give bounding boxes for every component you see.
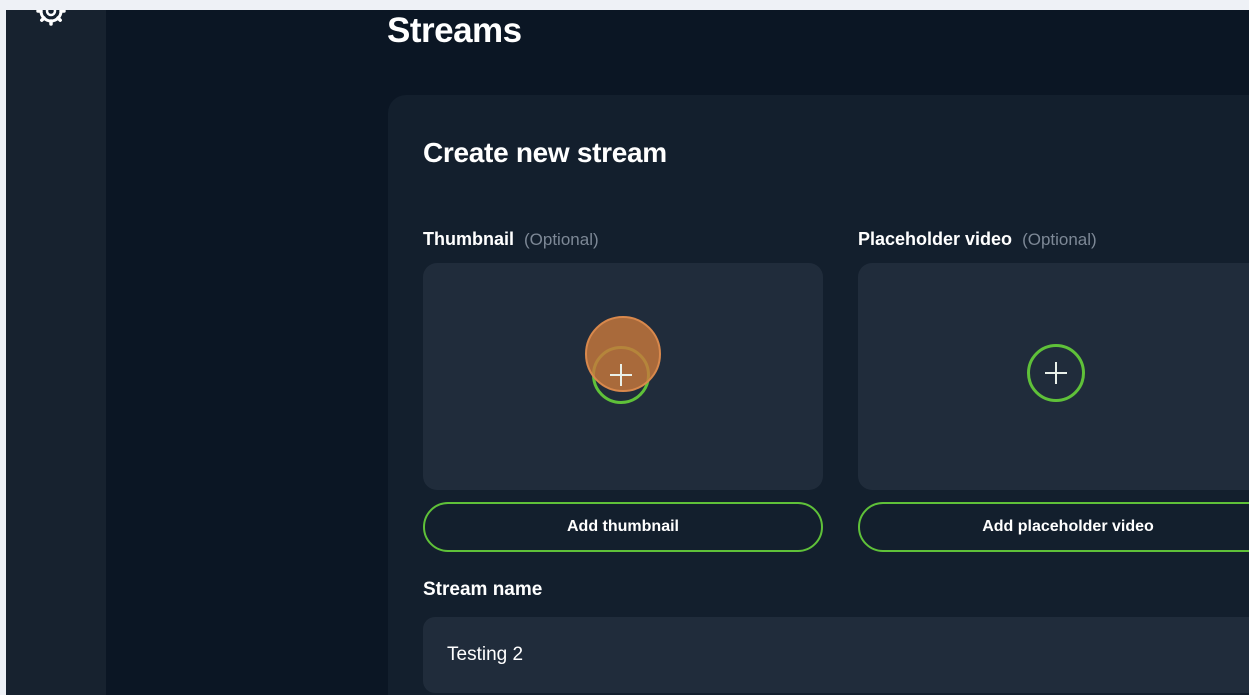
plus-glyph-icon <box>592 346 650 404</box>
page-title: Streams <box>387 11 522 50</box>
placeholder-video-optional-hint: (Optional) <box>1022 230 1097 249</box>
placeholder-video-label: Placeholder video (Optional) <box>858 229 1097 250</box>
app-window: Streams Create new stream Thumbnail (Opti… <box>6 10 1249 695</box>
add-thumbnail-button[interactable]: Add thumbnail <box>423 502 823 552</box>
stream-name-input[interactable] <box>423 617 1249 693</box>
thumbnail-label: Thumbnail (Optional) <box>423 229 599 250</box>
sidebar <box>6 10 106 695</box>
stream-name-label: Stream name <box>423 579 543 600</box>
thumbnail-label-text: Thumbnail <box>423 229 514 249</box>
add-placeholder-video-button[interactable]: Add placeholder video <box>858 502 1249 552</box>
thumbnail-optional-hint: (Optional) <box>524 230 599 249</box>
create-stream-card: Create new stream Thumbnail (Optional) Pl… <box>388 95 1249 695</box>
gear-icon[interactable] <box>36 10 66 26</box>
plus-circle-icon[interactable] <box>1027 344 1085 402</box>
placeholder-video-label-text: Placeholder video <box>858 229 1013 249</box>
card-title: Create new stream <box>423 137 667 168</box>
placeholder-video-dropzone[interactable] <box>858 263 1249 490</box>
thumbnail-dropzone[interactable] <box>423 263 823 490</box>
